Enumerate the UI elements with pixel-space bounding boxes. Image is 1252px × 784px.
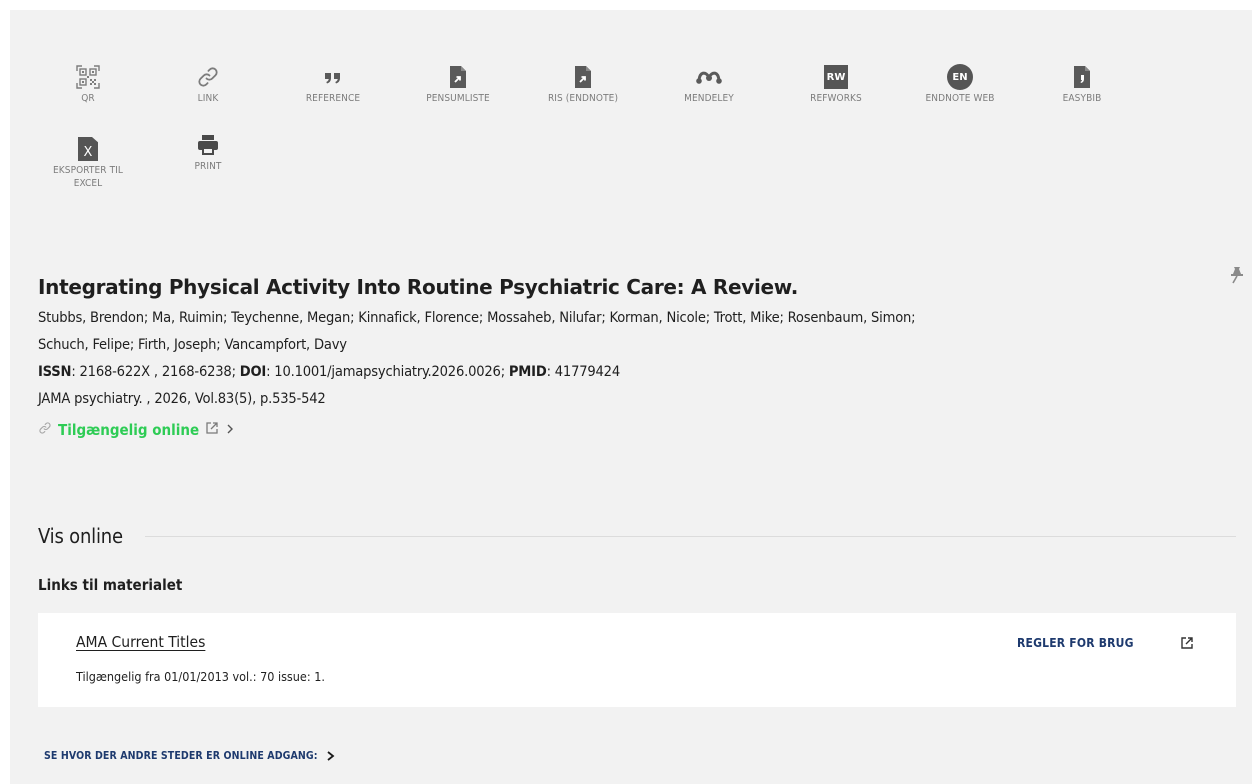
pmid-label: PMID	[508, 363, 547, 380]
file-export-icon	[523, 64, 643, 90]
rules-for-use-link[interactable]: REGLER FOR BRUG	[1017, 636, 1134, 650]
easybib-label: EASYBIB	[1062, 93, 1102, 104]
refworks-icon-text: RW	[826, 71, 846, 83]
doi-label: DOI	[239, 363, 267, 380]
qr-label: QR	[81, 93, 95, 104]
authors-line-2: Schuch, Felipe; Firth, Joseph; Vancampfo…	[38, 336, 347, 353]
export-excel-action[interactable]: X EKSPORTER TIL EXCEL	[28, 136, 148, 190]
excel-icon: X	[78, 137, 98, 161]
quote-icon	[273, 64, 393, 90]
refworks-icon: RW	[824, 65, 848, 89]
record-title[interactable]: Integrating Physical Activity Into Routi…	[38, 273, 1218, 301]
excel-icon-wrap: X	[28, 136, 148, 162]
source-link[interactable]: AMA Current Titles	[76, 633, 205, 651]
source-line: JAMA psychiatry. , 2026, Vol.83(5), p.53…	[38, 390, 326, 407]
reference-action[interactable]: REFERENCE	[273, 64, 393, 105]
see-other-access-link[interactable]: SE HVOR DER ANDRE STEDER ER ONLINE ADGAN…	[44, 750, 336, 762]
doi-value: : 10.1001/jamapsychiatry.2026.0026;	[266, 363, 509, 380]
link-action[interactable]: LINK	[148, 64, 268, 105]
ris-endnote-label: RIS (ENDNOTE)	[547, 93, 619, 104]
refworks-label: REFWORKS	[810, 93, 862, 104]
issn-value: : 2168-622X , 2168-6238;	[71, 363, 240, 380]
record-authors: Stubbs, Brendon; Ma, Ruimin; Teychenne, …	[38, 304, 1218, 412]
excel-icon-text: X	[83, 145, 93, 160]
authors-line-1: Stubbs, Brendon; Ma, Ruimin; Teychenne, …	[38, 309, 916, 326]
pmid-value: : 41779424	[546, 363, 621, 380]
vis-online-heading: Vis online	[38, 524, 123, 548]
coverage-text: Tilgængelig fra 01/01/2013 vol.: 70 issu…	[76, 669, 325, 684]
print-icon	[148, 132, 268, 158]
link-small-icon	[38, 420, 52, 439]
record-details: Integrating Physical Activity Into Routi…	[38, 273, 1218, 439]
endnote-web-icon-text: EN	[952, 71, 968, 83]
print-action[interactable]: PRINT	[148, 132, 268, 173]
export-excel-label: EKSPORTER TIL EXCEL	[52, 165, 124, 189]
availability-row[interactable]: Tilgængelig online	[38, 420, 1218, 439]
endnote-web-label: ENDNOTE WEB	[925, 93, 995, 104]
chevron-right-icon	[225, 420, 235, 439]
mendeley-icon	[649, 64, 769, 90]
file-export-icon	[398, 64, 518, 90]
endnote-web-action[interactable]: EN ENDNOTE WEB	[900, 64, 1020, 105]
availability-link[interactable]: Tilgængelig online	[58, 421, 199, 439]
easybib-icon	[1022, 64, 1142, 90]
issn-label: ISSN	[38, 363, 72, 380]
qr-code-icon	[28, 64, 148, 90]
pin-icon[interactable]	[1228, 266, 1244, 288]
print-label: PRINT	[194, 161, 222, 172]
external-link-icon[interactable]	[1180, 635, 1194, 654]
pensumliste-label: PENSUMLISTE	[426, 93, 490, 104]
endnote-web-icon: EN	[947, 64, 973, 90]
section-divider	[144, 535, 1236, 537]
record-panel: QR LINK REFERENCE PENSUMLISTE RIS (ENDNO…	[10, 10, 1252, 784]
endnote-web-icon-wrap: EN	[900, 64, 1020, 90]
links-heading: Links til materialet	[38, 576, 183, 594]
link-icon	[148, 64, 268, 90]
vis-online-header: Vis online	[38, 524, 1236, 548]
mendeley-label: MENDELEY	[684, 93, 734, 104]
easybib-action[interactable]: EASYBIB	[1022, 64, 1142, 105]
link-card: AMA Current Titles Tilgængelig fra 01/01…	[38, 613, 1236, 707]
identifiers-line: ISSN: 2168-622X , 2168-6238; DOI: 10.100…	[38, 358, 1218, 385]
see-other-access-label: SE HVOR DER ANDRE STEDER ER ONLINE ADGAN…	[44, 750, 318, 762]
refworks-icon-wrap: RW	[776, 64, 896, 90]
link-label: LINK	[197, 93, 219, 104]
refworks-action[interactable]: RW REFWORKS	[776, 64, 896, 105]
ris-endnote-action[interactable]: RIS (ENDNOTE)	[523, 64, 643, 105]
qr-action[interactable]: QR	[28, 64, 148, 105]
external-link-icon	[205, 420, 219, 439]
reference-label: REFERENCE	[305, 93, 361, 104]
chevron-right-icon	[327, 751, 335, 761]
mendeley-action[interactable]: MENDELEY	[649, 64, 769, 105]
pensumliste-action[interactable]: PENSUMLISTE	[398, 64, 518, 105]
